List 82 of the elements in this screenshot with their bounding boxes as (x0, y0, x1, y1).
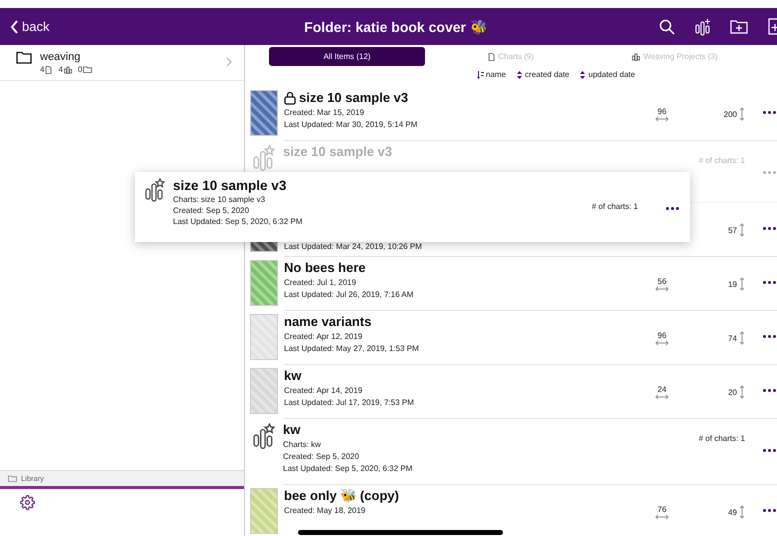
width-arrow-icon (655, 394, 669, 400)
updated-date: Last Updated: Jul 17, 2019, 7:53 PM (284, 398, 415, 407)
updated-date: Last Updated: Mar 30, 2019, 5:14 PM (284, 120, 418, 129)
charts-star-icon (252, 423, 274, 450)
created-date: Created: Sep 5, 2020 (173, 206, 250, 215)
item-title[interactable]: name variants (284, 314, 372, 329)
height-value: 19 (728, 280, 737, 288)
updated-date: Last Updated: Sep 5, 2020, 6:32 PM (173, 217, 304, 226)
project-bars-icon (64, 66, 72, 74)
height-arrow-icon (739, 223, 745, 237)
chart-count: # of charts: 1 (698, 156, 745, 165)
window-title: Folder: katie book cover 🐝 (303, 18, 488, 34)
created-date: Created: Apr 12, 2019 (284, 332, 364, 341)
created-date: Created: Apr 14, 2019 (284, 386, 364, 395)
width-arrow-icon (655, 514, 669, 520)
tab[interactable]: All Items (12) (269, 47, 425, 66)
more-icon[interactable] (763, 279, 777, 285)
item-count: 4 (40, 65, 44, 74)
chart-count: # of charts: 1 (590, 202, 638, 211)
item-count: 0 (78, 65, 82, 74)
more-icon[interactable] (763, 507, 777, 513)
sort-option[interactable]: updated date (579, 70, 636, 79)
chart-file-icon (488, 52, 496, 60)
charts-star-icon (145, 178, 165, 202)
folder-icon (8, 475, 17, 482)
charts-star-icon (252, 145, 274, 172)
chevron-left-icon (10, 20, 19, 34)
chevron-right-icon (226, 57, 232, 67)
charts-text: Charts: size 10 sample v3 (173, 195, 266, 204)
charts-text: Charts: kw (283, 440, 322, 449)
created-date: Created: Mar 15, 2019 (284, 108, 366, 117)
sort-option[interactable]: name (476, 70, 506, 79)
width-value: 76 (658, 505, 666, 514)
item-title[interactable]: size 10 sample v3 (299, 90, 408, 105)
sort-option[interactable]: created date (516, 70, 570, 79)
chart-file-icon (45, 66, 52, 74)
updated-date: Last Updated: Mar 24, 2019, 10:26 PM (284, 242, 423, 251)
width-value: 96 (658, 107, 666, 116)
height-value: 74 (728, 334, 737, 342)
height-arrow-icon (739, 331, 745, 345)
height-arrow-icon (739, 385, 745, 399)
updated-date: Last Updated: Sep 5, 2020, 6:32 PM (283, 464, 414, 473)
project-bars-icon (632, 52, 640, 60)
item-title[interactable]: kw (283, 422, 300, 437)
created-date: Created: Jul 1, 2019 (284, 278, 358, 287)
width-arrow-icon (655, 116, 669, 122)
item-title[interactable]: No bees here (284, 260, 366, 275)
folder-name: weaving (40, 51, 82, 63)
more-icon[interactable] (763, 225, 777, 231)
more-icon[interactable] (666, 205, 680, 211)
item-title[interactable]: bee only 🐝 (copy) (284, 488, 399, 503)
height-arrow-icon (739, 277, 745, 291)
width-value: 96 (658, 331, 666, 340)
more-icon[interactable] (763, 387, 777, 393)
chart-count: # of charts: 1 (698, 434, 745, 443)
height-value: 200 (724, 110, 737, 118)
height-value: 49 (728, 508, 737, 516)
height-value: 57 (728, 226, 737, 234)
dragged-item-overlay[interactable]: size 10 sample v3 Charts: size 10 sample v3 Created: Sep 5, 2020 Last Updated: Sep 5, 2020, 6:32 PM # of charts: 1 (135, 172, 690, 242)
item-count: 4 (58, 65, 63, 74)
back-button[interactable]: back (6, 19, 54, 34)
folder-icon (83, 66, 92, 73)
width-arrow-icon (655, 286, 669, 292)
updated-date: Last Updated: Jul 26, 2019, 7:16 AM (284, 290, 414, 299)
more-icon[interactable] (763, 333, 777, 339)
folder-item[interactable]: weaving 4 4 0 (0, 45, 244, 81)
settings-icon[interactable] (20, 495, 35, 510)
updated-date: Last Updated: May 27, 2019, 1:53 PM (284, 344, 420, 353)
created-date: Created: May 18, 2019 (284, 506, 366, 515)
width-value: 24 (658, 385, 666, 394)
width-arrow-icon (655, 340, 669, 346)
height-arrow-icon (739, 505, 745, 519)
add-project-icon[interactable] (693, 16, 713, 36)
height-arrow-icon (739, 107, 745, 121)
folder-icon (16, 51, 32, 64)
item-title[interactable]: kw (284, 368, 302, 383)
width-value: 56 (658, 277, 666, 286)
created-date: Created: Sep 5, 2020 (283, 452, 360, 461)
more-icon[interactable] (763, 447, 777, 453)
more-icon[interactable] (763, 109, 777, 115)
height-value: 20 (728, 388, 737, 396)
item-title: size 10 sample v3 (173, 178, 288, 193)
